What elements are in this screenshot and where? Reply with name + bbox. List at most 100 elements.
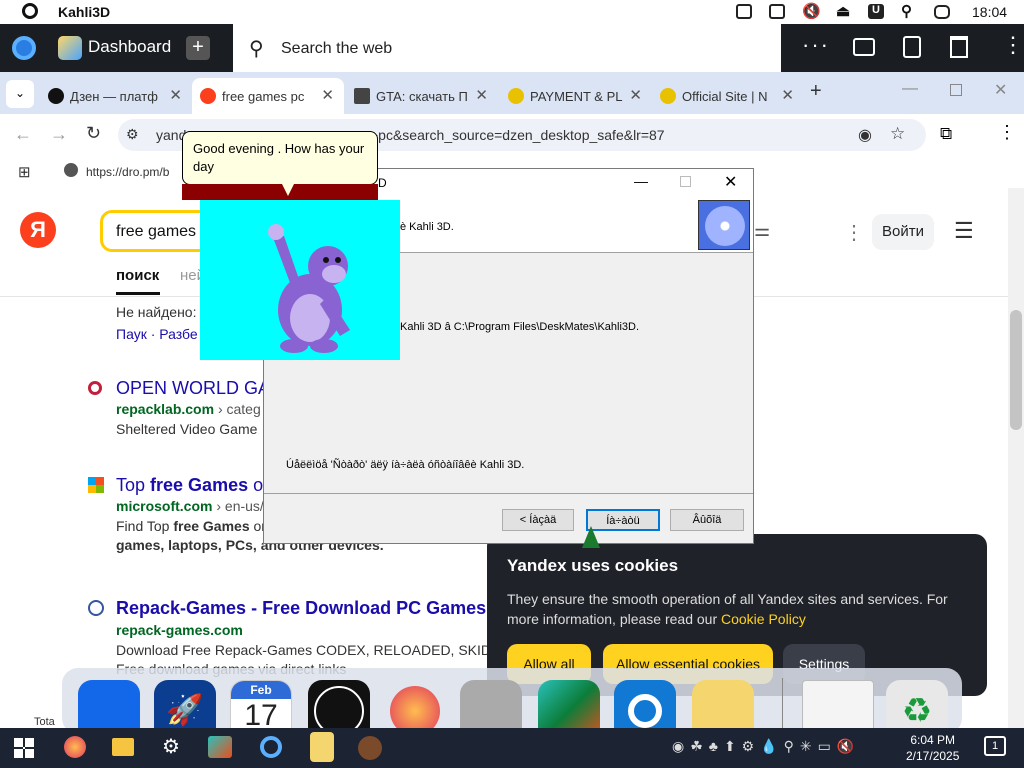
u-app-icon[interactable]: U — [868, 4, 884, 19]
bonzi-buddy-character[interactable] — [200, 200, 400, 360]
tab-search[interactable]: поиск — [116, 267, 159, 284]
tab-payment[interactable]: PAYMENT & PL ✕ — [500, 78, 652, 114]
dialog-title: D — [378, 176, 387, 190]
taskbar-avatar-icon[interactable] — [358, 736, 382, 760]
new-tab-icon[interactable]: + — [810, 80, 822, 103]
snippet-text: Sheltered Video Game — [116, 421, 258, 437]
result-title-text: OPEN WORLD GA — [116, 378, 271, 398]
search-icon[interactable]: ⚲ — [901, 2, 912, 20]
tab-label: PAYMENT & PL — [530, 89, 623, 104]
hamburger-menu-icon[interactable]: ☰ — [954, 218, 974, 244]
taskbar-browser-icon[interactable] — [260, 736, 282, 758]
back-button[interactable]: < Íàçàä — [502, 509, 574, 531]
trash-icon[interactable] — [950, 36, 968, 58]
not-found-label: Не найдено: — [116, 304, 197, 320]
host-name: microsoft.com — [116, 498, 213, 514]
browser-logo-icon[interactable] — [12, 36, 36, 60]
result-host[interactable]: repacklab.com › categ — [116, 401, 261, 417]
host-tail: › categ — [214, 401, 261, 417]
screenshot-icon[interactable] — [736, 4, 752, 19]
new-tab-plus-button[interactable]: + — [186, 36, 210, 60]
result-snippet: Find Top free Games or — [116, 518, 266, 534]
close-tab-icon[interactable]: ✕ — [629, 86, 642, 104]
tab-gta[interactable]: GTA: скачать П ✕ — [346, 78, 498, 114]
bookmark-item[interactable]: https://dro.pm/b — [86, 165, 169, 179]
close-tab-icon[interactable]: ✕ — [475, 86, 488, 104]
scrollbar-thumb[interactable] — [1010, 310, 1022, 430]
toggle-icon[interactable] — [934, 5, 950, 19]
cookie-text: They ensure the smooth operation of all … — [507, 589, 967, 629]
reload-icon[interactable]: ↻ — [86, 123, 101, 144]
taskbar-firefox-icon[interactable] — [64, 736, 86, 758]
tab-label: GTA: скачать П — [376, 89, 468, 104]
eye-slash-icon[interactable]: ◉ — [858, 125, 872, 145]
start-icon[interactable] — [14, 738, 34, 758]
overflow-menu-icon[interactable]: ⋮ — [1002, 32, 1024, 58]
result-title[interactable]: OPEN WORLD GA — [116, 378, 270, 399]
result-snippet: Download Free Repack-Games CODEX, RELOAD… — [116, 642, 492, 658]
globe-icon — [64, 163, 78, 177]
monitor-icon[interactable] — [769, 4, 785, 19]
search-web-box[interactable]: ⚲ Search the web — [233, 24, 781, 72]
tab-official-site[interactable]: Official Site | N ✕ — [652, 78, 804, 114]
tab-list-dropdown-icon[interactable]: ⌄ — [6, 80, 34, 108]
print-icon[interactable] — [853, 38, 875, 56]
result-host[interactable]: repack-games.com — [116, 622, 243, 638]
browser-menu-icon[interactable]: ⋮ — [998, 122, 1016, 143]
related-links[interactable]: Паук · Разбе — [116, 326, 198, 342]
dialog-minimize-icon[interactable]: — — [634, 173, 648, 189]
microsoft-favicon — [88, 477, 104, 493]
notification-icon[interactable]: 1 — [984, 736, 1006, 756]
yandex-logo[interactable]: Я — [20, 212, 56, 248]
filters-icon[interactable]: ⚌ — [754, 220, 770, 241]
more-dots-icon[interactable]: ··· — [802, 32, 830, 58]
tab-free-games[interactable]: free games pc ✕ — [192, 78, 344, 114]
dashboard-label[interactable]: Dashboard — [88, 37, 171, 57]
bookmark-star-icon[interactable]: ☆ — [890, 124, 905, 144]
result-title[interactable]: Top free Games o — [116, 475, 263, 496]
dialog-footer-divider — [264, 493, 753, 494]
partial-label: Tota — [34, 716, 55, 728]
result-title[interactable]: Repack-Games - Free Download PC Games — [116, 598, 486, 619]
dashboard-icon[interactable] — [58, 36, 82, 60]
login-button[interactable]: Войти — [872, 214, 934, 250]
extensions-icon[interactable]: ⧉ — [940, 124, 952, 144]
bubble-tail — [282, 184, 294, 196]
taskbar-character-icon[interactable] — [310, 732, 334, 762]
forward-icon[interactable]: → — [50, 124, 68, 145]
close-tab-icon[interactable]: ✕ — [169, 86, 182, 104]
dialog-close-icon[interactable]: ✕ — [724, 172, 737, 192]
cookie-title: Yandex uses cookies — [507, 556, 679, 575]
close-tab-icon[interactable]: ✕ — [321, 86, 334, 104]
title-post: o — [248, 475, 264, 495]
eject-icon[interactable]: ⏏ — [836, 2, 850, 20]
restore-window-icon[interactable] — [950, 84, 962, 96]
site-info-icon[interactable]: ⚙ — [126, 126, 139, 143]
mute-icon[interactable]: 🔇 — [802, 2, 821, 20]
close-tab-icon[interactable]: ✕ — [781, 86, 794, 104]
cookie-policy-link[interactable]: Cookie Policy — [721, 611, 806, 627]
tray-icons[interactable]: ◉☘♣⬆⚙💧⚲✳▭🔇 — [672, 738, 860, 755]
back-icon[interactable]: ← — [14, 124, 32, 145]
gorilla-icon — [268, 224, 350, 353]
tab-fav-icon — [354, 88, 370, 104]
exit-button[interactable]: Âûõîä — [670, 509, 744, 531]
dialog-maximize-icon[interactable] — [680, 176, 691, 187]
close-window-icon[interactable]: ✕ — [994, 80, 1007, 100]
tab-fav-icon — [48, 88, 64, 104]
url-text-right: +pc&search_source=dzen_desktop_safe&lr=8… — [370, 127, 665, 143]
page-scrollbar[interactable] — [1008, 188, 1024, 728]
clipboard-icon[interactable] — [903, 36, 921, 58]
apps-grid-icon[interactable]: ⊞ — [18, 163, 31, 181]
taskbar-date: 2/17/2025 — [906, 749, 960, 763]
taskbar-clock[interactable]: 6:04 PM 2/17/2025 — [906, 732, 959, 764]
taskbar-settings-icon[interactable]: ⚙ — [162, 734, 180, 759]
result-host[interactable]: microsoft.com › en-us/ — [116, 498, 264, 514]
bonzi-red-strip — [182, 184, 378, 200]
more-vert-icon[interactable]: ⋮ — [844, 220, 864, 245]
minimize-window-icon[interactable]: — — [902, 80, 918, 98]
taskbar-app-icon[interactable] — [208, 736, 232, 758]
title-pre: Top — [116, 475, 151, 495]
taskbar-folder-icon[interactable] — [112, 738, 134, 756]
tab-dzen[interactable]: Дзен — платф ✕ — [40, 78, 192, 114]
